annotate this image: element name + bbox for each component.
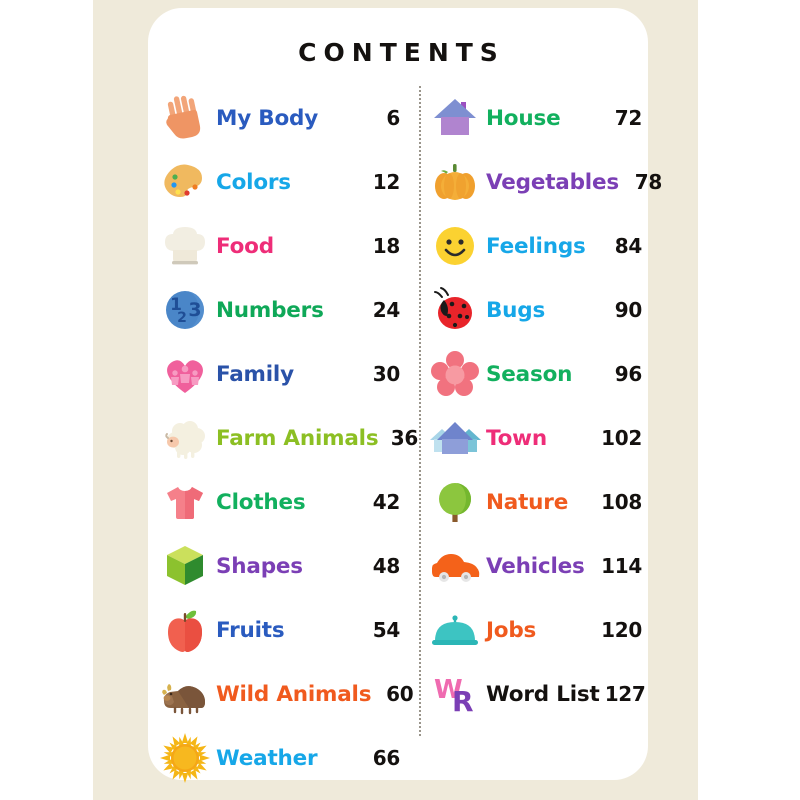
family-heart-icon: [158, 347, 212, 401]
toc-row[interactable]: W R Word List 127: [428, 662, 646, 726]
toc-entry-label[interactable]: Colors: [212, 170, 358, 195]
svg-text:2: 2: [177, 310, 187, 326]
column-divider: [419, 86, 421, 736]
toc-entry-label[interactable]: Shapes: [212, 554, 358, 579]
toc-entry-label[interactable]: Farm Animals: [212, 426, 379, 451]
toc-entry-label[interactable]: Numbers: [212, 298, 358, 323]
toc-row[interactable]: Weather 66: [158, 726, 410, 790]
toc-row[interactable]: Wild Animals 60: [158, 662, 414, 726]
toc-row[interactable]: Nature 108: [428, 470, 646, 534]
toc-entry-label[interactable]: My Body: [212, 106, 358, 131]
ladybug-icon: [428, 283, 482, 337]
toc-row[interactable]: Colors 12: [158, 150, 410, 214]
toc-row[interactable]: Shapes 48: [158, 534, 410, 598]
toc-entry-label[interactable]: Food: [212, 234, 358, 259]
toc-entry-label[interactable]: Word List: [482, 682, 600, 707]
paint-palette-icon: [158, 155, 212, 209]
car-icon: [428, 539, 482, 593]
toc-row[interactable]: Farm Animals 36: [158, 406, 418, 470]
toc-entry-label[interactable]: Vehicles: [482, 554, 596, 579]
toc-row[interactable]: Vegetables 78: [428, 150, 662, 214]
town-houses-icon: [428, 411, 482, 465]
contents-page: CONTENTS My Body 6 Colors 12 Food 18 1 2 3 …: [0, 0, 800, 800]
toc-entry-page-number: 84: [614, 234, 643, 258]
toc-row[interactable]: Feelings 84: [428, 214, 646, 278]
toc-entry-label[interactable]: House: [482, 106, 596, 131]
boar-icon: [158, 667, 212, 721]
cube-icon: [158, 539, 212, 593]
svg-text:R: R: [452, 685, 474, 718]
toc-entry-page-number: 120: [601, 618, 642, 642]
toc-row[interactable]: Clothes 42: [158, 470, 410, 534]
toc-entry-page-number: 12: [372, 170, 401, 194]
toc-entry-page-number: 78: [634, 170, 663, 194]
smiley-face-icon: [428, 219, 482, 273]
toc-row[interactable]: Food 18: [158, 214, 410, 278]
toc-column-right: House 72 Vegetables 78 Feelings 84 Bugs 90 S…: [428, 86, 662, 726]
toc-entry-page-number: 42: [372, 490, 401, 514]
toc-row[interactable]: Family 30: [158, 342, 410, 406]
toc-entry-page-number: 6: [386, 106, 400, 130]
toc-entry-page-number: 30: [372, 362, 401, 386]
toc-entry-label[interactable]: Town: [482, 426, 596, 451]
toc-row[interactable]: House 72: [428, 86, 646, 150]
tree-icon: [428, 475, 482, 529]
house-icon: [428, 91, 482, 145]
toc-entry-label[interactable]: Season: [482, 362, 596, 387]
toc-entry-label[interactable]: Wild Animals: [212, 682, 372, 707]
toc-row[interactable]: 1 2 3 Numbers 24: [158, 278, 410, 342]
toc-entry-label[interactable]: Fruits: [212, 618, 358, 643]
toc-entry-page-number: 24: [372, 298, 401, 322]
toc-entry-page-number: 66: [372, 746, 401, 770]
sun-icon: [158, 731, 212, 785]
toc-entry-page-number: 127: [604, 682, 646, 706]
toc-entry-page-number: 90: [614, 298, 643, 322]
sheep-icon: [158, 411, 212, 465]
toc-entry-label[interactable]: Feelings: [482, 234, 596, 259]
toc-entry-page-number: 18: [372, 234, 401, 258]
flower-icon: [428, 347, 482, 401]
toc-entry-label[interactable]: Nature: [482, 490, 596, 515]
toc-row[interactable]: Bugs 90: [428, 278, 646, 342]
cloche-icon: [428, 603, 482, 657]
tshirt-icon: [158, 475, 212, 529]
toc-entry-page-number: 60: [386, 682, 414, 706]
toc-row[interactable]: Season 96: [428, 342, 646, 406]
toc-entry-page-number: 54: [372, 618, 401, 642]
toc-entry-label[interactable]: Vegetables: [482, 170, 619, 195]
pumpkin-icon: [428, 155, 482, 209]
page-title: CONTENTS: [298, 38, 505, 67]
toc-entry-page-number: 114: [601, 554, 642, 578]
wr-logo-icon: W R: [428, 667, 482, 721]
toc-entry-page-number: 48: [372, 554, 401, 578]
toc-entry-page-number: 96: [614, 362, 643, 386]
toc-entry-label[interactable]: Bugs: [482, 298, 596, 323]
toc-entry-page-number: 102: [601, 426, 642, 450]
toc-entry-label[interactable]: Family: [212, 362, 358, 387]
hand-icon: [158, 91, 212, 145]
contents-card: CONTENTS My Body 6 Colors 12 Food 18 1 2 3 …: [148, 8, 662, 783]
apple-icon: [158, 603, 212, 657]
toc-row[interactable]: My Body 6: [158, 86, 410, 150]
toc-row[interactable]: Town 102: [428, 406, 646, 470]
numbers-123-icon: 1 2 3: [158, 283, 212, 337]
toc-entry-page-number: 108: [601, 490, 642, 514]
toc-entry-label[interactable]: Weather: [212, 746, 358, 771]
toc-row[interactable]: Fruits 54: [158, 598, 410, 662]
toc-row[interactable]: Vehicles 114: [428, 534, 646, 598]
toc-row[interactable]: Jobs 120: [428, 598, 646, 662]
toc-entry-label[interactable]: Jobs: [482, 618, 596, 643]
toc-column-left: My Body 6 Colors 12 Food 18 1 2 3 Numbers 24…: [158, 86, 418, 790]
toc-entry-page-number: 72: [614, 106, 643, 130]
chef-hat-icon: [158, 219, 212, 273]
toc-entry-label[interactable]: Clothes: [212, 490, 358, 515]
toc-entry-page-number: 36: [390, 426, 419, 450]
svg-text:3: 3: [188, 299, 201, 321]
